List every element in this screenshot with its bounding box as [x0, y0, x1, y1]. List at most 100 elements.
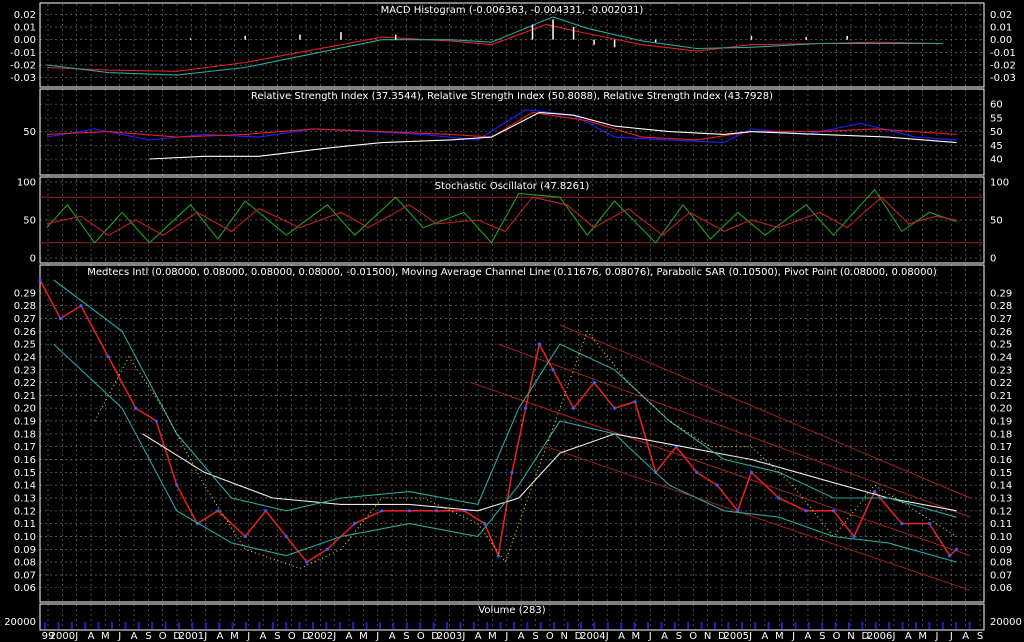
y-tick-label: 0.24: [990, 352, 1012, 363]
y-tick-label: 0.09: [990, 545, 1012, 556]
y-tick-label: 0.15: [14, 468, 36, 479]
x-tick-label: J: [791, 631, 795, 642]
y-tick-label: 0.29: [990, 288, 1012, 299]
y-tick-label: 0.14: [14, 481, 36, 492]
volume-bar: [84, 622, 87, 629]
y-tick-label: 0.00: [14, 35, 36, 46]
y-tick-label: 0.07: [990, 570, 1012, 581]
x-tick-label: J: [504, 631, 508, 642]
volume-bar: [137, 622, 140, 629]
volume-bar: [874, 622, 877, 629]
x-tick-label: 2006: [867, 631, 892, 642]
price-point: [353, 522, 357, 526]
y-tick-label: 0.13: [990, 493, 1012, 504]
y-tick-label: 0.14: [990, 481, 1012, 492]
y-tick-label: 0.01: [990, 23, 1012, 34]
x-tick-label: A: [88, 631, 95, 642]
y-tick-label: -0.01: [990, 48, 1016, 59]
price-point: [380, 509, 384, 513]
price-point: [571, 406, 576, 410]
y-tick-label: 0.20: [990, 404, 1012, 415]
volume-bar: [807, 622, 810, 629]
y-tick-label: 0.21: [990, 391, 1012, 402]
x-tick-label: A: [962, 631, 969, 642]
x-tick-label: S: [145, 631, 151, 642]
volume-bar: [821, 622, 824, 629]
x-tick-label: N: [560, 631, 567, 642]
volume-bar: [955, 622, 958, 629]
volume-bar: [727, 622, 730, 629]
y-tick-label: 0: [30, 254, 36, 265]
y-tick-label: -0.01: [10, 48, 36, 59]
volume-bar: [941, 622, 944, 629]
price-point: [435, 509, 439, 513]
volume-tick-left: 20000: [4, 617, 36, 628]
y-tick-label: 0.24: [14, 352, 36, 363]
y-tick-label: 0.15: [990, 468, 1012, 479]
y-tick-label: 50: [23, 127, 36, 138]
price-point: [134, 406, 138, 410]
volume-bar: [647, 622, 649, 629]
x-tick-label: S: [274, 631, 280, 642]
y-tick-label: 0.17: [990, 442, 1012, 453]
volume-bar: [687, 622, 690, 629]
volume-bar: [70, 622, 73, 629]
y-tick-label: 0.21: [14, 391, 36, 402]
price-point: [79, 304, 83, 308]
x-tick-label: J: [246, 631, 250, 642]
volume-bar: [834, 622, 837, 629]
volume-bar: [419, 622, 422, 629]
x-tick-label: J: [332, 631, 336, 642]
y-tick-label: 100: [990, 178, 1009, 189]
price-point: [715, 483, 719, 487]
y-tick-label: 0.08: [14, 558, 36, 569]
y-tick-label: 0.28: [14, 301, 36, 312]
x-tick-label: 2003: [437, 631, 462, 642]
y-tick-label: 0.29: [14, 288, 36, 299]
volume-bar: [111, 622, 113, 629]
volume-bar: [740, 622, 743, 629]
x-tick-label: 2004: [580, 631, 605, 642]
x-tick-label: M: [918, 631, 927, 642]
price-point: [154, 419, 158, 423]
x-tick-label: J: [648, 631, 652, 642]
y-tick-label: 0.12: [14, 506, 36, 517]
y-tick-label: 45: [990, 141, 1003, 152]
x-tick-label: J: [949, 631, 953, 642]
x-tick-label: A: [661, 631, 668, 642]
x-tick-label: S: [977, 631, 983, 642]
price-point: [243, 534, 247, 539]
y-tick-label: 0.11: [990, 519, 1012, 530]
y-tick-label: 0.28: [990, 301, 1012, 312]
volume-bar: [539, 622, 542, 629]
volume-bar: [472, 622, 475, 629]
price-point: [551, 368, 555, 372]
x-tick-label: J: [375, 631, 379, 642]
x-tick-label: A: [618, 631, 625, 642]
volume-bar: [446, 622, 448, 629]
volume-bar: [593, 622, 596, 629]
x-tick-label: N: [704, 631, 711, 642]
volume-bar: [580, 622, 582, 629]
y-tick-label: 60: [990, 100, 1003, 111]
volume-bar: [700, 622, 703, 629]
volume-bar: [405, 622, 408, 629]
price-point: [407, 509, 411, 513]
y-tick-label: 0.19: [14, 417, 36, 428]
volume-bar: [365, 622, 368, 629]
price-point: [948, 554, 952, 558]
rsi-title: Relative Strength Index (37.3544), Relat…: [251, 91, 773, 102]
price-point: [510, 470, 514, 474]
volume-bar: [848, 622, 850, 629]
price-point: [613, 406, 617, 410]
price-point: [900, 522, 904, 526]
x-tick-label: A: [131, 631, 138, 642]
price-point: [872, 489, 877, 494]
x-tick-label: S: [403, 631, 409, 642]
price-point: [264, 509, 268, 513]
x-tick-label: A: [518, 631, 525, 642]
price-point: [305, 560, 309, 564]
y-tick-label: 0.12: [990, 506, 1012, 517]
stochastic-title: Stochastic Oscillator (47.8261): [435, 181, 590, 192]
x-tick-label: O: [833, 631, 841, 642]
